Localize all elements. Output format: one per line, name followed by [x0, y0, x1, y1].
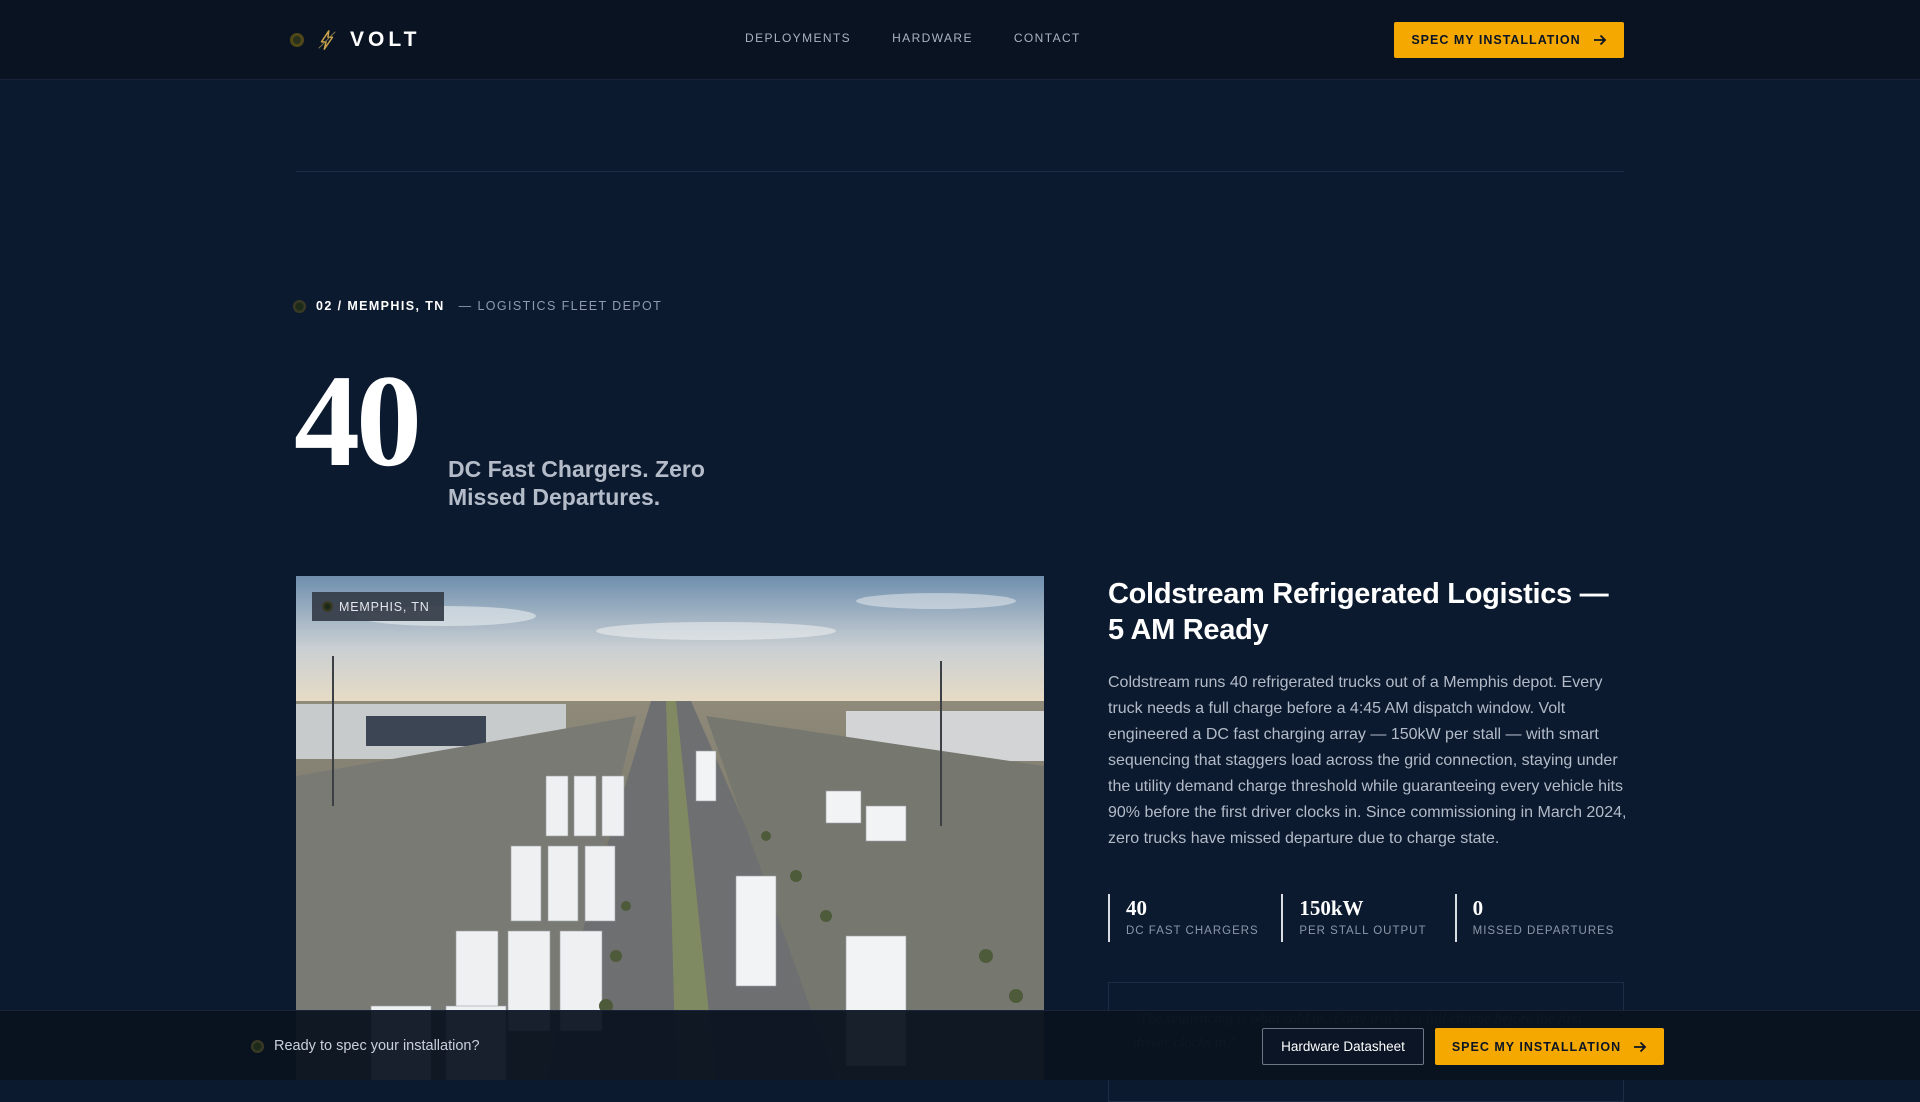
- spec-installation-label: SPEC MY INSTALLATION: [1451, 1039, 1622, 1054]
- case-eyebrow: 02 / MEMPHIS, TN — LOGISTICS FLEET DEPOT: [293, 299, 662, 313]
- case-index-location: 02 / MEMPHIS, TN: [316, 299, 445, 313]
- main-nav: DEPLOYMENTS HARDWARE CONTACT: [745, 31, 1081, 45]
- stat-label: DC FAST CHARGERS: [1126, 925, 1259, 937]
- nav-link-hardware[interactable]: HARDWARE: [892, 31, 973, 45]
- brand-name: VOLT: [350, 28, 421, 51]
- stat-value: 0: [1472, 896, 1484, 920]
- spec-installation-label: SPEC MY INSTALLATION: [1411, 33, 1581, 47]
- arrow-right-icon: [1593, 34, 1606, 46]
- status-dot-icon: [251, 1039, 264, 1053]
- stat-missed: 0 MISSED DEPARTURES: [1454, 894, 1628, 942]
- stat-output: 150kW PER STALL OUTPUT: [1281, 894, 1454, 942]
- stat-chargers: 40 DC FAST CHARGERS: [1108, 894, 1281, 942]
- hardware-datasheet-button[interactable]: Hardware Datasheet: [1262, 1028, 1424, 1065]
- status-dot-icon: [293, 299, 306, 313]
- stat-label: PER STALL OUTPUT: [1299, 925, 1427, 937]
- stat-value: 150kW: [1299, 896, 1364, 920]
- nav-link-contact[interactable]: CONTACT: [1014, 31, 1081, 45]
- case-study-body: Coldstream runs 40 refrigerated trucks o…: [1108, 674, 1627, 847]
- cta-prompt-text: Ready to spec your installation?: [274, 1038, 480, 1054]
- lightning-bolt-icon: [318, 30, 336, 50]
- spec-installation-button[interactable]: SPEC MY INSTALLATION: [1394, 22, 1624, 58]
- depot-photo: MEMPHIS, TN: [296, 576, 1044, 1080]
- stat-value: 40: [1126, 896, 1147, 920]
- nav-link-deployments[interactable]: DEPLOYMENTS: [745, 31, 851, 45]
- case-stats: 40 DC FAST CHARGERS 150kW PER STALL OUTP…: [1108, 894, 1628, 942]
- case-category: — LOGISTICS FLEET DEPOT: [458, 299, 663, 313]
- status-dot-icon: [290, 33, 304, 47]
- hero-number: 40: [294, 347, 422, 494]
- arrow-right-icon: [1634, 1041, 1647, 1052]
- brand-logo[interactable]: VOLT: [290, 26, 420, 54]
- section-divider: [296, 171, 1624, 172]
- location-dot-icon: [322, 601, 333, 612]
- photo-location-label: MEMPHIS, TN: [339, 599, 430, 614]
- photo-location-badge: MEMPHIS, TN: [312, 592, 444, 621]
- depot-photo-illustration: [296, 576, 1044, 1080]
- spec-installation-button-bottom[interactable]: SPEC MY INSTALLATION: [1435, 1028, 1664, 1065]
- top-nav: VOLT DEPLOYMENTS HARDWARE CONTACT SPEC M…: [0, 0, 1920, 80]
- case-study-title: Coldstream Refrigerated Logistics — 5 AM…: [1108, 578, 1609, 646]
- hero-caption: DC Fast Chargers. Zero Missed Departures…: [448, 456, 705, 510]
- stat-label: MISSED DEPARTURES: [1472, 925, 1615, 937]
- sticky-cta-bar: Ready to spec your installation? Hardwar…: [0, 1010, 1920, 1080]
- cta-prompt: Ready to spec your installation?: [251, 1038, 480, 1054]
